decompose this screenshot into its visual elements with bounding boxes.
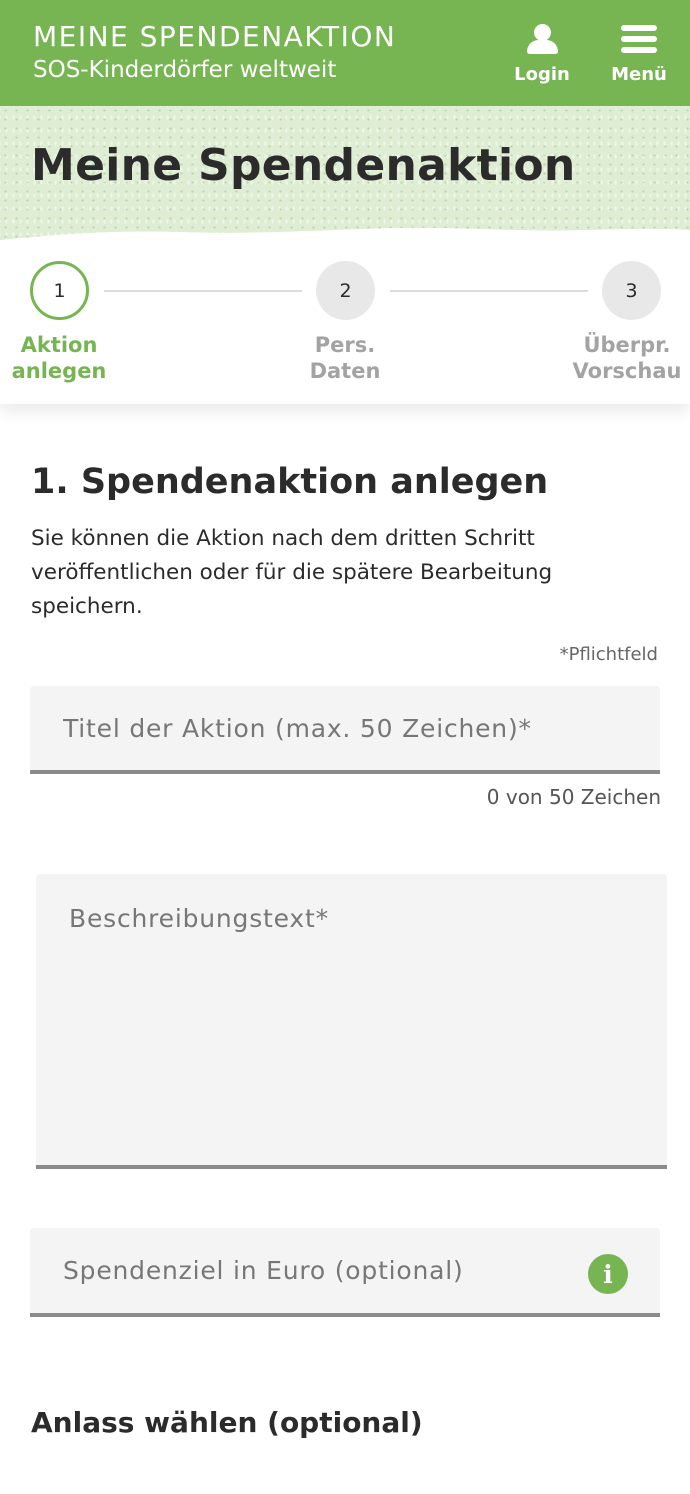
step-1-label[interactable]: Aktion anlegen: [9, 332, 109, 384]
donation-goal-input[interactable]: [30, 1228, 660, 1317]
step-3-label-line2: Vorschau: [572, 359, 682, 383]
progress-stepper: 1 2 3 Aktion anlegen Pers. Daten Überpr.…: [0, 240, 690, 404]
hamburger-menu-icon: [619, 20, 659, 58]
login-button[interactable]: Login: [507, 20, 577, 92]
brand-subtitle: SOS-Kinderdörfer weltweit: [33, 57, 337, 83]
required-field-note: *Pflichtfeld: [559, 644, 658, 665]
step-3-label[interactable]: Überpr. Vorschau: [572, 332, 682, 384]
info-icon[interactable]: i: [588, 1254, 628, 1294]
step-1-circle[interactable]: 1: [30, 261, 89, 320]
step-1-label-line1: Aktion: [20, 333, 98, 357]
step-1-label-line2: anlegen: [11, 359, 107, 383]
page-title: Meine Spendenaktion: [31, 140, 576, 191]
campaign-title-input[interactable]: [30, 686, 660, 774]
top-header: MEINE SPENDENAKTION SOS-Kinderdörfer wel…: [0, 0, 690, 106]
title-char-counter: 0 von 50 Zeichen: [486, 785, 661, 809]
step-2-label-line2: Daten: [309, 359, 381, 383]
login-label: Login: [514, 64, 570, 85]
step-2-label[interactable]: Pers. Daten: [295, 332, 395, 384]
step-3-label-line1: Überpr.: [583, 333, 671, 357]
brand-title[interactable]: MEINE SPENDENAKTION: [33, 20, 396, 53]
section-title: 1. Spendenaktion anlegen: [31, 462, 549, 502]
user-icon: [522, 20, 562, 58]
menu-button[interactable]: Menü: [604, 20, 674, 92]
step-connector-1: [104, 290, 302, 292]
occasion-heading: Anlass wählen (optional): [31, 1406, 423, 1439]
step-3-circle[interactable]: 3: [602, 261, 661, 320]
step-connector-2: [390, 290, 588, 292]
description-textarea[interactable]: [36, 874, 667, 1169]
step-2-circle[interactable]: 2: [316, 261, 375, 320]
intro-text: Sie können die Aktion nach dem dritten S…: [31, 526, 553, 619]
step-2-label-line1: Pers.: [314, 333, 376, 357]
menu-label: Menü: [611, 64, 667, 85]
